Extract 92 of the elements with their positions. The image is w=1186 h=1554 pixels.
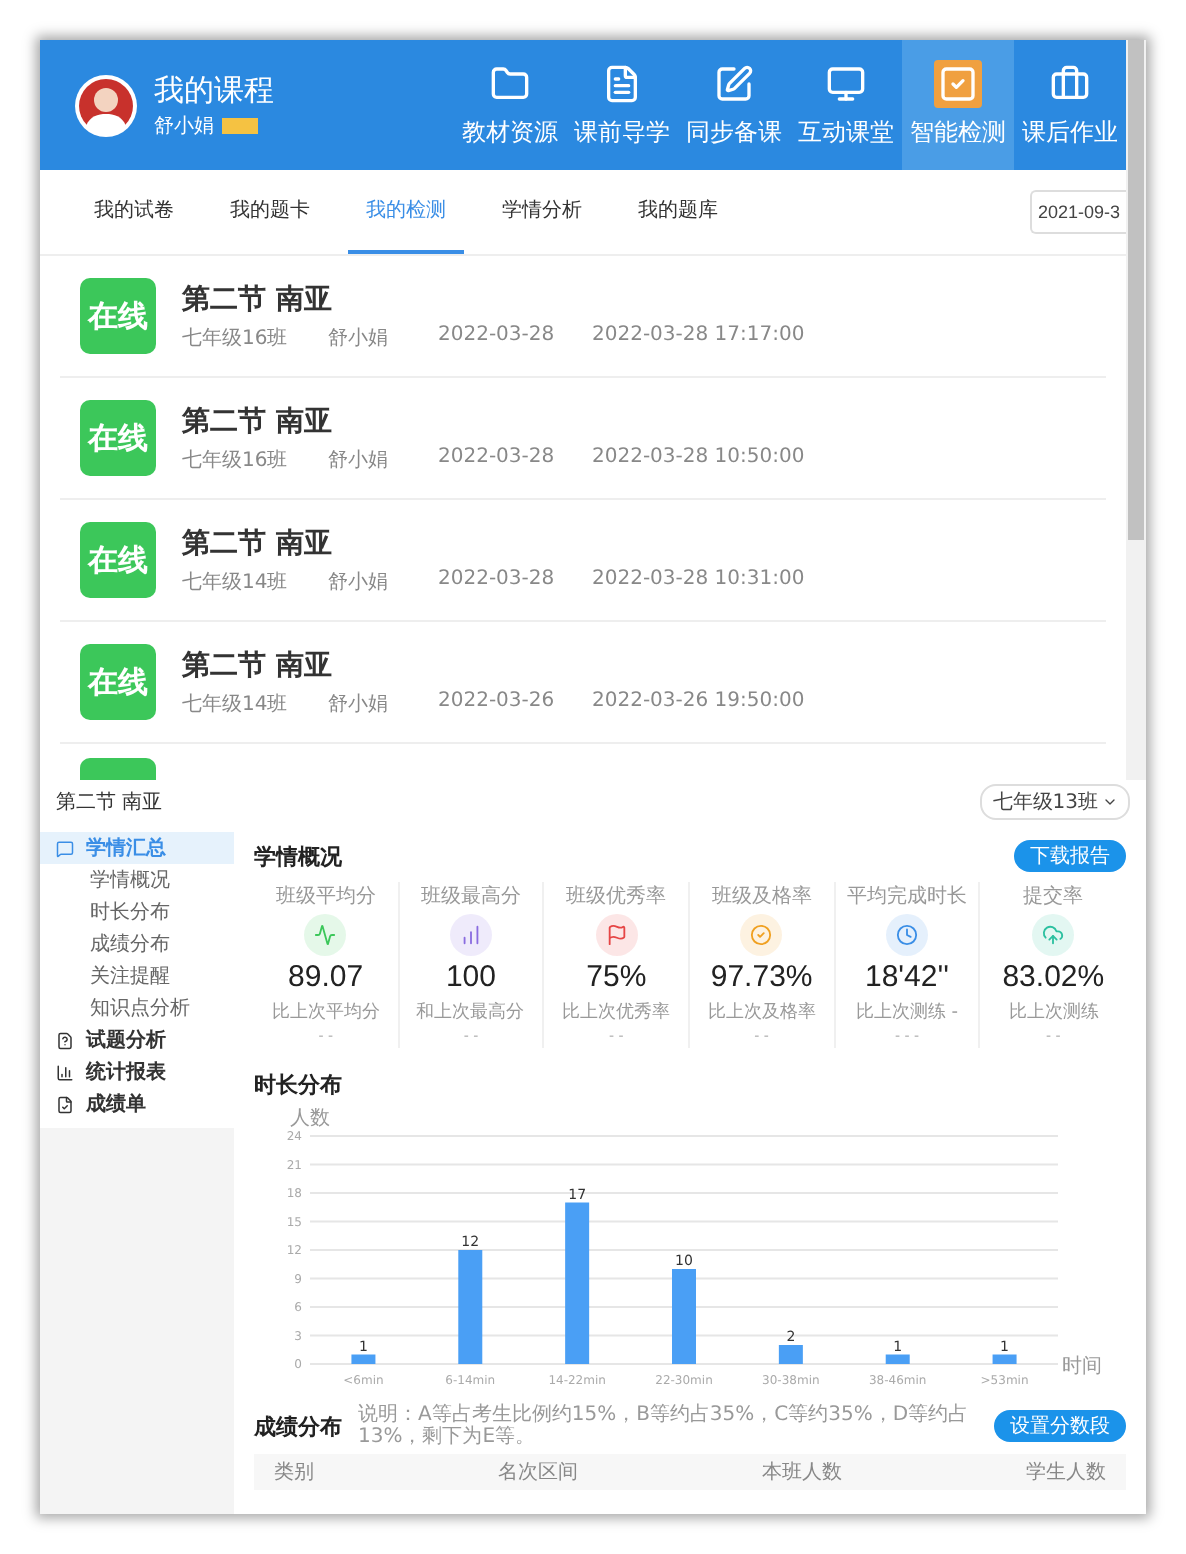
column-header: 类别	[274, 1459, 314, 1486]
stat-label: 提交率	[1023, 883, 1084, 910]
tab[interactable]: 学情分析	[484, 170, 600, 254]
note-text: 说明：A等占考生比例约15%，B等约占35%，C等约35%，D等约占13%，剩下为E等。	[358, 1404, 971, 1448]
sidebar-subitem[interactable]: 成绩分布	[40, 928, 234, 960]
record-title[interactable]: 第二节 南亚	[182, 525, 805, 561]
record-date: 2022-03-28	[438, 445, 557, 471]
column-header: 名次区间	[498, 1460, 578, 1486]
section-title: 成绩分布	[254, 1411, 342, 1441]
section-title: 时长分布	[254, 1069, 342, 1099]
sidebar-icon	[56, 1095, 74, 1113]
tab[interactable]: 我的题库	[620, 170, 736, 254]
chevron-down-icon	[1102, 794, 1118, 810]
status-badge: 在线	[80, 522, 156, 598]
stat-compare: 和上次最高分	[416, 1000, 525, 1025]
record-time: 2022-03-28 17:17:00	[592, 323, 805, 349]
tab[interactable]: 我的题卡	[212, 170, 328, 254]
bar	[672, 1269, 696, 1364]
bar	[778, 1345, 803, 1364]
nav-item[interactable]: 互动课堂	[790, 40, 902, 170]
teacher-name: 舒小娟	[328, 447, 390, 473]
bar	[351, 1354, 376, 1364]
stat-compare: 比上次测练 -	[855, 1000, 959, 1025]
record-date: 2022-03-26	[438, 689, 557, 715]
stat-compare: 比上次平均分	[271, 1000, 380, 1025]
sidebar-item[interactable]: 统计报表	[40, 1056, 234, 1088]
download-button[interactable]: 下载报告	[1014, 840, 1126, 872]
axis-title: 人数	[290, 1108, 330, 1130]
column-header: 本班人数	[762, 1459, 842, 1486]
stat-label: 平均完成时长	[846, 883, 967, 910]
sidebar-item[interactable]: 成绩单	[40, 1088, 234, 1120]
user-name: 舒小娟	[154, 113, 214, 139]
scrollbar[interactable]	[1126, 40, 1146, 780]
bar	[992, 1354, 1017, 1364]
nav-item[interactable]: 课前导学	[566, 40, 678, 170]
teacher-name: 舒小娟	[328, 569, 390, 595]
stat-compare: 比上次优秀率	[562, 1000, 671, 1025]
column-header: 学生人数	[1026, 1459, 1106, 1486]
stat-value: 75%	[586, 960, 647, 994]
stat-label: 班级最高分	[420, 883, 521, 910]
tab[interactable]: 我的试卷	[76, 170, 192, 254]
nav-icon	[934, 60, 982, 108]
tag-icon	[222, 117, 258, 133]
sidebar-subitem[interactable]: 关注提醒	[40, 960, 234, 992]
status-badge: 在线	[80, 278, 156, 354]
sidebar-subitem[interactable]: 知识点分析	[40, 992, 234, 1024]
nav-item[interactable]: 课后作业	[1014, 40, 1126, 170]
record-date: 2022-03-28	[438, 323, 557, 349]
record-title[interactable]: 第二节 南亚	[182, 647, 805, 683]
bar	[458, 1250, 483, 1364]
class-name: 七年级14班	[182, 691, 290, 717]
sidebar-item[interactable]: 试题分析	[40, 1024, 234, 1056]
stat-label: 班级及格率	[711, 883, 812, 910]
stat-value: 97.73%	[710, 960, 813, 994]
record-time: 2022-03-28 10:31:00	[592, 567, 805, 593]
status-badge: 在线	[80, 644, 156, 720]
class-name: 七年级14班	[182, 569, 290, 595]
date-field[interactable]: 2021-09-3	[1030, 190, 1126, 234]
sidebar-icon	[56, 839, 74, 857]
class-name: 七年级16班	[182, 325, 290, 351]
record-title[interactable]: 第二节 南亚	[182, 403, 805, 439]
sidebar-icon	[56, 1031, 74, 1049]
sidebar-subitem[interactable]: 学情概况	[40, 864, 234, 896]
stat-value: 83.02%	[1002, 960, 1105, 994]
nav-item[interactable]: 教材资源	[454, 40, 566, 170]
status-badge: 在线	[80, 400, 156, 476]
bar	[885, 1354, 910, 1364]
teacher-name: 舒小娟	[328, 325, 390, 351]
axis-title: 时间	[1062, 1356, 1102, 1378]
sidebar-icon	[56, 1063, 74, 1081]
record-title[interactable]: 第二节 南亚	[182, 281, 805, 317]
stat-compare: 比上次及格率	[707, 1000, 816, 1025]
class-name: 七年级16班	[182, 447, 290, 473]
report-title: 第二节 南亚	[56, 789, 163, 816]
stat-label: 班级平均分	[275, 883, 376, 910]
record-time: 2022-03-26 19:50:00	[592, 689, 805, 715]
record-time: 2022-03-28 10:50:00	[592, 445, 805, 471]
settings-button[interactable]: 设置分数段	[994, 1410, 1126, 1442]
tab[interactable]: 我的检测	[348, 170, 464, 254]
page-title: 我的课程	[154, 71, 276, 109]
stat-value: 18'42''	[865, 960, 949, 994]
nav-item[interactable]: 同步备课	[678, 40, 790, 170]
teacher-name: 舒小娟	[328, 691, 390, 717]
stat-value: 89.07	[288, 960, 364, 994]
stat-label: 班级优秀率	[566, 883, 667, 910]
stat-value: 100	[445, 960, 496, 994]
stat-compare: 比上次测练	[1008, 1000, 1099, 1025]
sidebar-subitem[interactable]: 时长分布	[40, 896, 234, 928]
class-select[interactable]: 七年级13班	[980, 784, 1130, 820]
section-title: 学情概况	[254, 841, 342, 871]
record-date: 2022-03-28	[438, 567, 557, 593]
avatar	[74, 73, 138, 137]
